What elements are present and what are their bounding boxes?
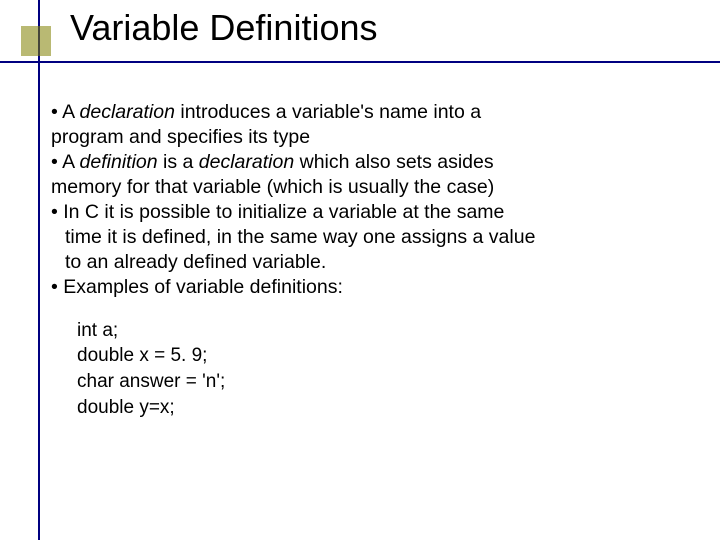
- text: • A: [51, 151, 80, 173]
- bullet-3-line-2: time it is defined, in the same way one …: [51, 225, 671, 250]
- code-line-1: int a;: [77, 318, 671, 344]
- code-examples: int a; double x = 5. 9; char answer = 'n…: [51, 318, 671, 421]
- accent-horizontal-line: [0, 61, 720, 63]
- text: is a: [158, 151, 199, 173]
- code-line-3: char answer = 'n';: [77, 369, 671, 395]
- italic-term-declaration: declaration: [80, 101, 175, 123]
- accent-vertical-line: [38, 0, 40, 540]
- text: which also sets asides: [294, 151, 493, 173]
- italic-term-declaration-2: declaration: [199, 151, 294, 173]
- text: • A: [51, 101, 80, 123]
- bullet-2-line-1: • A definition is a declaration which al…: [51, 150, 671, 175]
- code-line-2: double x = 5. 9;: [77, 343, 671, 369]
- bullet-3-line-3: to an already defined variable.: [51, 250, 671, 275]
- bullet-3-line-1: • In C it is possible to initialize a va…: [51, 200, 671, 225]
- accent-square: [21, 26, 51, 56]
- slide: Variable Definitions • A declaration int…: [0, 0, 720, 540]
- text: introduces a variable's name into a: [175, 101, 481, 123]
- bullet-2-line-2: memory for that variable (which is usual…: [51, 175, 671, 200]
- italic-term-definition: definition: [80, 151, 158, 173]
- code-line-4: double y=x;: [77, 395, 671, 421]
- bullet-1-line-2: program and specifies its type: [51, 125, 671, 150]
- slide-body: • A declaration introduces a variable's …: [51, 100, 671, 420]
- slide-title: Variable Definitions: [70, 7, 378, 49]
- bullet-1-line-1: • A declaration introduces a variable's …: [51, 100, 671, 125]
- bullet-4: • Examples of variable definitions:: [51, 275, 671, 300]
